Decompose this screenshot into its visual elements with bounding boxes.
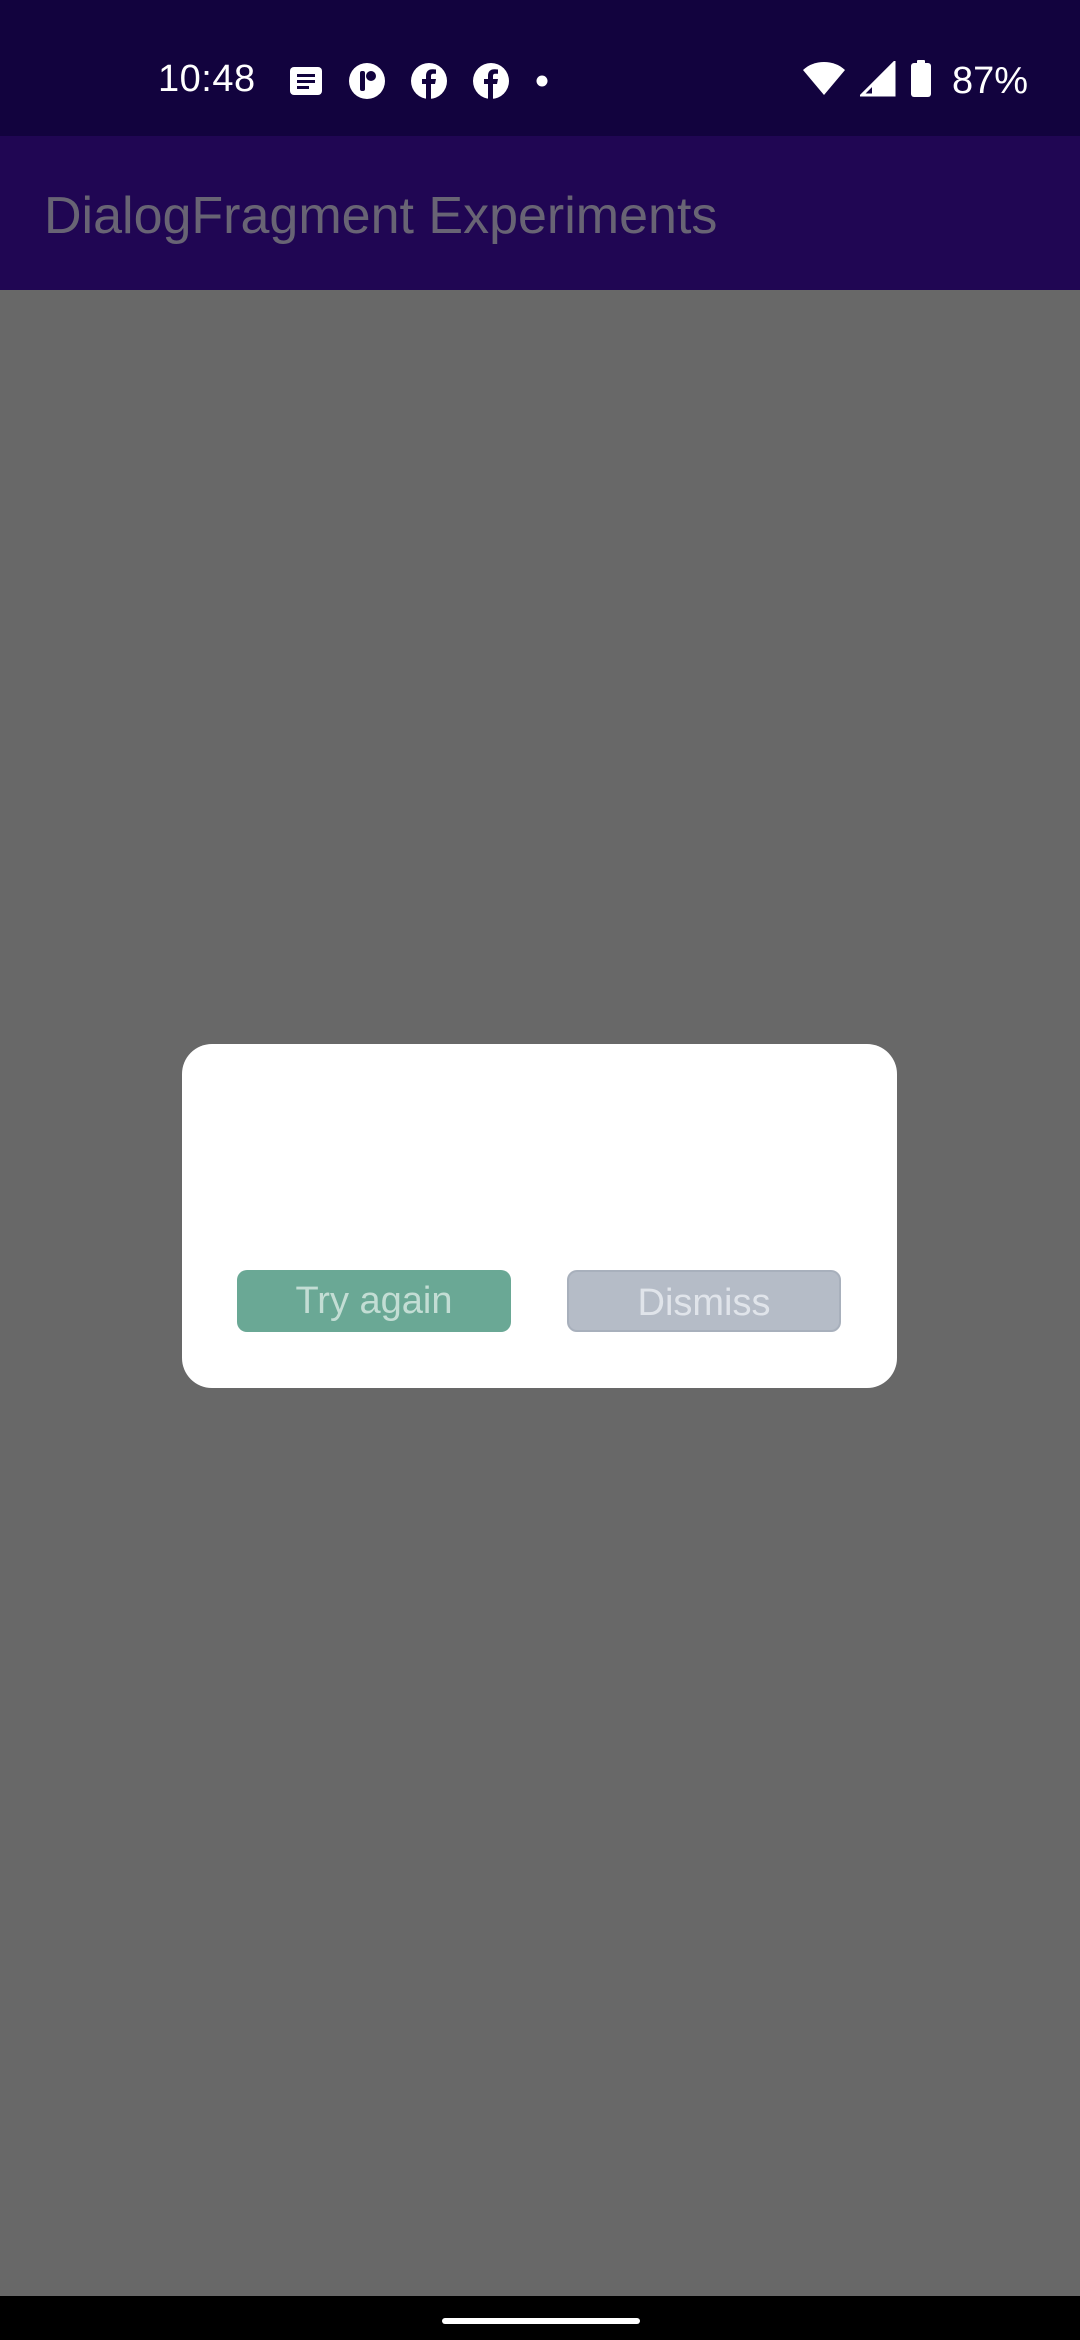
- app-bar: DialogFragment Experiments: [0, 136, 1080, 290]
- home-gesture-handle[interactable]: [442, 2318, 640, 2324]
- dismiss-button[interactable]: Dismiss: [567, 1270, 841, 1332]
- battery-percent: 87%: [951, 60, 1028, 102]
- cellular-signal-icon: [858, 59, 896, 102]
- battery-icon: [910, 60, 932, 103]
- system-status: 87%: [802, 59, 1028, 103]
- try-again-button[interactable]: Try again: [237, 1270, 511, 1332]
- messages-icon: [288, 65, 324, 97]
- more-dot-icon: [534, 73, 550, 89]
- dialog: Try again Dismiss: [182, 1044, 897, 1388]
- status-bar: 10:48 87%: [0, 0, 1080, 136]
- wifi-icon: [802, 61, 846, 102]
- navigation-bar: [0, 2296, 1080, 2340]
- facebook-icon: [410, 62, 448, 100]
- app-title: DialogFragment Experiments: [44, 187, 718, 245]
- facebook-icon: [472, 62, 510, 100]
- notification-icons: [288, 62, 550, 100]
- status-time: 10:48: [158, 58, 256, 100]
- screen: 10:48 87% DialogFragment Experiments Try…: [0, 0, 1080, 2340]
- app-icon: [348, 62, 386, 100]
